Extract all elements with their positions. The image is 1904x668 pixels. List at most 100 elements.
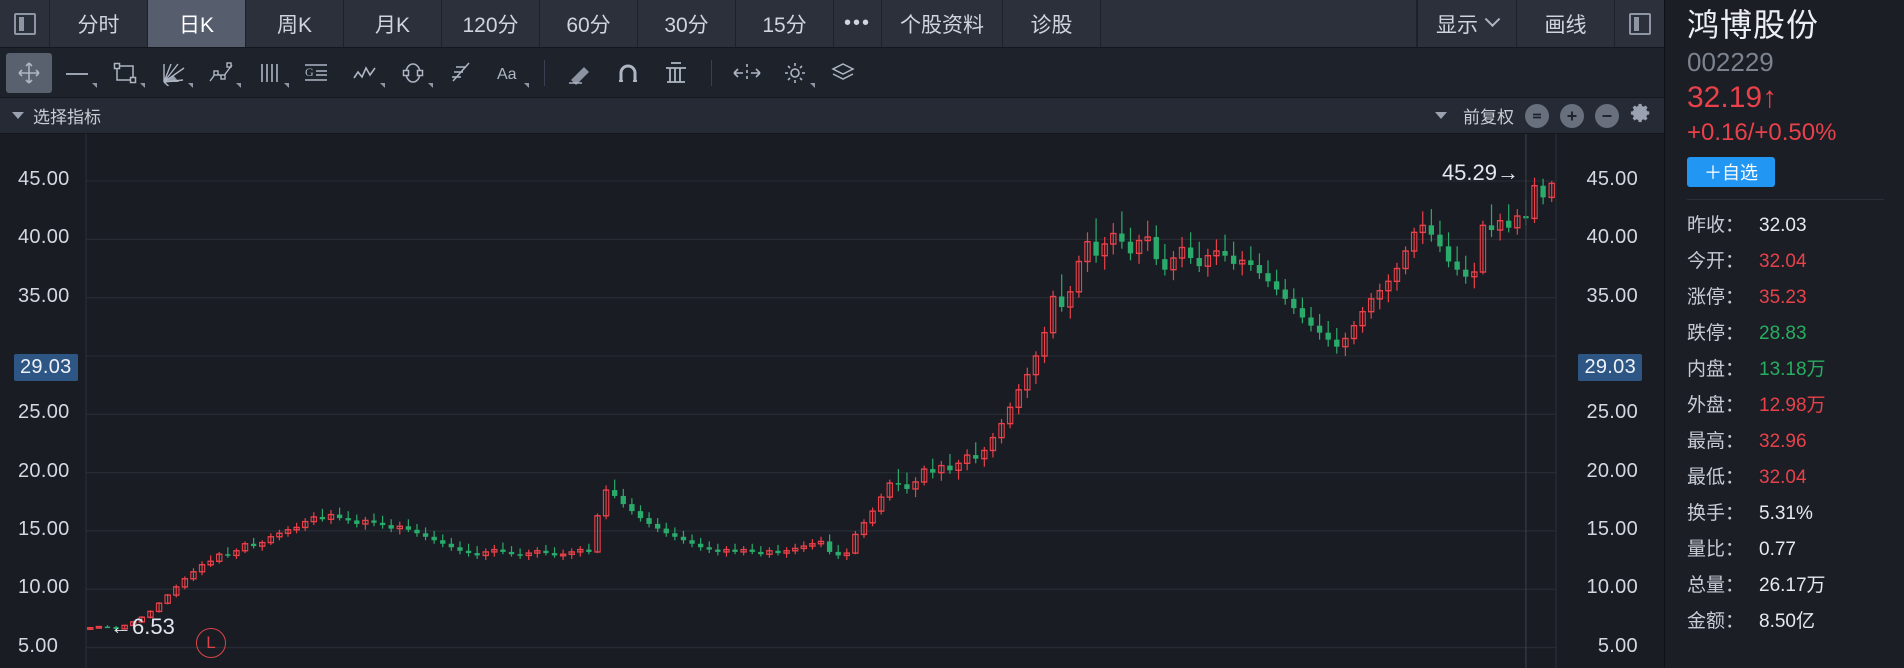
chevron-down-icon[interactable]: [12, 112, 24, 119]
left-axis-tick: 5.00: [18, 635, 58, 658]
right-axis-tick: 15.00: [1586, 518, 1638, 541]
polyline-node-icon[interactable]: [198, 53, 244, 93]
stat-row: 昨收：32.03: [1687, 210, 1904, 237]
settings-gear-icon[interactable]: [772, 53, 818, 93]
stat-row: 量比：0.77: [1687, 534, 1904, 561]
stat-row: 金额：8.50亿: [1687, 606, 1904, 633]
period-tab-label: 诊股: [1031, 9, 1073, 39]
stat-key: 昨收：: [1687, 210, 1759, 237]
left-axis-tick: 45.00: [18, 168, 70, 191]
stat-key: 换手：: [1687, 498, 1759, 525]
left-axis-tick: 25.00: [18, 401, 70, 424]
stat-value: 32.03: [1759, 215, 1807, 237]
stat-row: 跌停：28.83: [1687, 318, 1904, 345]
right-axis-tick: 45.00: [1586, 168, 1638, 191]
add-to-watchlist-button[interactable]: ＋自选: [1687, 157, 1775, 187]
stat-value: 35.23: [1759, 287, 1807, 309]
candlestick-chart[interactable]: 45.00 40.00 35.00 29.03 25.00 20.00 15.00 10.00…: [0, 134, 1664, 668]
zoom-out-button[interactable]: [1595, 104, 1619, 128]
toolbar-spacer: [1101, 0, 1417, 47]
stat-row: 今开：32.04: [1687, 246, 1904, 273]
rectangle-caret-icon: [140, 83, 145, 88]
period-tab-2[interactable]: 周K: [246, 0, 344, 47]
layers-icon[interactable]: [820, 53, 866, 93]
text-block-icon[interactable]: G: [294, 53, 340, 93]
zigzag-wave-icon[interactable]: [342, 53, 388, 93]
fan-lines-icon[interactable]: [150, 53, 196, 93]
period-tab-6[interactable]: 30分: [638, 0, 736, 47]
stat-row: 换手：5.31%: [1687, 498, 1904, 525]
stock-name: 鸿博股份: [1687, 8, 1904, 44]
low-marker-badge[interactable]: L: [196, 628, 226, 658]
horizontal-resize-icon[interactable]: [724, 53, 770, 93]
period-tab-1[interactable]: 日K: [148, 0, 246, 47]
display-menu[interactable]: 显示: [1417, 0, 1516, 47]
zoom-in-button[interactable]: [1560, 104, 1584, 128]
stat-key: 外盘：: [1687, 390, 1759, 417]
period-tab-7[interactable]: 15分: [736, 0, 834, 47]
pitchfork-icon[interactable]: [438, 53, 484, 93]
rectangle-icon[interactable]: [102, 53, 148, 93]
period-tab-0[interactable]: 分时: [50, 0, 148, 47]
stock-stats-list: 昨收：32.03今开：32.04涨停：35.23跌停：28.83内盘：13.18…: [1687, 210, 1904, 633]
trend-line-caret-icon: [92, 83, 97, 88]
right-axis-tick: 10.00: [1586, 576, 1638, 599]
stock-chart-app: 分时 日K 周K 月K 120分60分30分15分 ••• 个股资料诊股 显示 画线: [0, 0, 1904, 668]
stat-key: 金额：: [1687, 606, 1759, 633]
svg-text:Aa: Aa: [497, 66, 517, 83]
magnet-icon[interactable]: [605, 53, 651, 93]
period-tab-5[interactable]: 60分: [540, 0, 638, 47]
stat-value: 32.04: [1759, 251, 1807, 273]
period-tab-9[interactable]: 个股资料: [882, 0, 1003, 47]
right-axis-tick: 35.00: [1586, 285, 1638, 308]
indicator-bar: 选择指标 前复权: [0, 98, 1664, 134]
trash-icon[interactable]: [653, 53, 699, 93]
adjust-chevron-icon[interactable]: [1435, 112, 1447, 119]
panel-right-icon[interactable]: [1614, 0, 1664, 47]
period-tab-8[interactable]: •••: [834, 0, 882, 47]
crosshair-move-icon[interactable]: [6, 53, 52, 93]
right-axis-tick: 29.03: [1578, 354, 1642, 381]
panel-left-glyph: [14, 13, 36, 35]
svg-text:G: G: [305, 65, 314, 79]
period-tab-4[interactable]: 120分: [442, 0, 540, 47]
period-tab-10[interactable]: 诊股: [1003, 0, 1101, 47]
sidebar-divider: [1687, 199, 1884, 200]
right-axis-tick: 20.00: [1586, 460, 1638, 483]
period-tab-label: 日K: [179, 9, 214, 39]
stat-value: 0.77: [1759, 539, 1796, 561]
select-indicator-label[interactable]: 选择指标: [33, 103, 101, 128]
stat-key: 最高：: [1687, 426, 1759, 453]
stat-key: 最低：: [1687, 462, 1759, 489]
period-tab-3[interactable]: 月K: [344, 0, 442, 47]
panel-left-icon[interactable]: [0, 0, 50, 47]
eraser-icon[interactable]: [557, 53, 603, 93]
stat-row: 最高：32.96: [1687, 426, 1904, 453]
stat-value: 8.50亿: [1759, 606, 1815, 633]
draw-line-menu[interactable]: 画线: [1516, 0, 1614, 47]
chart-settings-gear-icon[interactable]: [1630, 102, 1652, 129]
left-axis-tick: 10.00: [18, 576, 70, 599]
settings-caret-icon: [810, 83, 815, 88]
stat-key: 内盘：: [1687, 354, 1759, 381]
trend-line-icon[interactable]: [54, 53, 100, 93]
stat-value: 32.04: [1759, 467, 1807, 489]
period-tab-label: •••: [844, 12, 871, 35]
draw-line-label: 画线: [1545, 9, 1587, 39]
equal-button[interactable]: [1525, 104, 1549, 128]
right-axis-tick: 40.00: [1586, 226, 1638, 249]
stat-row: 最低：32.04: [1687, 462, 1904, 489]
stat-key: 涨停：: [1687, 282, 1759, 309]
stat-row: 外盘：12.98万: [1687, 390, 1904, 417]
chart-canvas[interactable]: [0, 134, 1664, 668]
adjust-type-label[interactable]: 前复权: [1463, 103, 1514, 128]
stat-row: 涨停：35.23: [1687, 282, 1904, 309]
vertical-lines-icon[interactable]: [246, 53, 292, 93]
period-tab-label: 月K: [375, 9, 410, 39]
font-size-icon[interactable]: Aa: [486, 53, 532, 93]
toolbar-divider-1: [544, 60, 545, 86]
zigzag-caret-icon: [380, 83, 385, 88]
ellipse-icon[interactable]: [390, 53, 436, 93]
stat-key: 总量：: [1687, 570, 1759, 597]
period-items: 分时 日K 周K 月K 120分60分30分15分 ••• 个股资料诊股: [50, 0, 1101, 47]
